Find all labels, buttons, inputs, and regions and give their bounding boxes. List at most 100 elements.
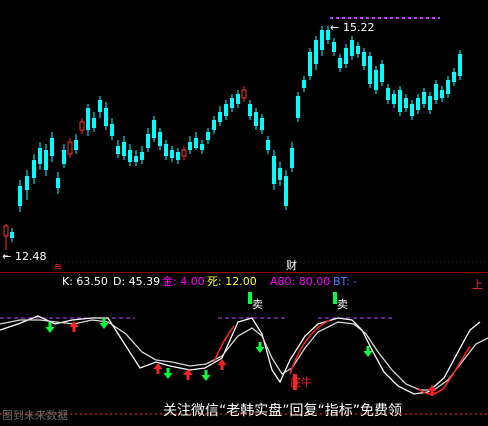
candle-body bbox=[350, 40, 354, 56]
candle-body bbox=[116, 146, 120, 154]
candle-body bbox=[62, 150, 66, 164]
candle-body bbox=[10, 232, 14, 238]
buy-arrow-icon bbox=[217, 359, 227, 370]
red-signal-curve-3 bbox=[417, 345, 471, 395]
candle-body bbox=[230, 98, 234, 108]
candle-body bbox=[86, 108, 90, 130]
candle-body bbox=[44, 150, 48, 170]
watermark: 关注微信“老韩实盘”回复“指标”免费领 bbox=[163, 403, 403, 419]
candle-body bbox=[428, 96, 432, 110]
candle-body bbox=[440, 90, 444, 98]
signal-arrows bbox=[45, 318, 437, 396]
candle-body bbox=[374, 70, 378, 90]
death-value: 死: 12.00 bbox=[207, 275, 257, 288]
candle-body bbox=[404, 98, 408, 108]
candle-body bbox=[452, 72, 456, 82]
candle-body bbox=[356, 46, 360, 54]
candle-body bbox=[338, 58, 342, 68]
candle-body bbox=[434, 84, 438, 100]
candle-body bbox=[368, 56, 372, 84]
candle-body bbox=[302, 80, 306, 88]
candle-body bbox=[38, 148, 42, 164]
candle-body bbox=[212, 120, 216, 130]
candle-body bbox=[79, 121, 85, 131]
sell-arrow-icon bbox=[255, 342, 265, 353]
candle-body bbox=[50, 138, 54, 156]
sell-label-2: 卖 bbox=[337, 298, 348, 311]
candle-body bbox=[254, 112, 258, 126]
candle-body bbox=[170, 150, 174, 158]
candle-body bbox=[284, 176, 288, 206]
candle-body bbox=[380, 64, 384, 82]
d-value: D: 45.39 bbox=[113, 275, 161, 288]
candle-body bbox=[332, 42, 336, 52]
stock-chart-screen: ← 15.22 ← 12.48 ≋ 财 K: 63.50 D: 45.39 金:… bbox=[0, 0, 488, 426]
candle-body bbox=[110, 124, 114, 136]
high-price-value: 15.22 bbox=[343, 21, 375, 34]
candle-body bbox=[18, 186, 22, 206]
candle-body bbox=[241, 89, 247, 99]
candle-body bbox=[248, 104, 252, 116]
candle-body bbox=[206, 132, 210, 140]
price-candlestick-panel: ← 15.22 ← 12.48 ≋ bbox=[0, 17, 488, 272]
candle-body bbox=[236, 94, 240, 104]
low-price-value: 12.48 bbox=[15, 250, 47, 263]
candle-body bbox=[320, 30, 324, 50]
candle-body bbox=[181, 149, 187, 157]
candle-body bbox=[74, 140, 78, 150]
candle-body bbox=[122, 142, 126, 156]
red-marker-icon: ≋ bbox=[54, 262, 62, 272]
candle-body bbox=[25, 176, 29, 190]
sell-signal-2: 卖 bbox=[333, 292, 348, 311]
candle-body bbox=[152, 120, 156, 138]
buy-arrow-icon bbox=[153, 363, 163, 374]
candle-body bbox=[344, 48, 348, 64]
candle-body bbox=[200, 144, 204, 150]
candle-body bbox=[314, 40, 318, 64]
candle-body bbox=[410, 104, 414, 116]
candle-body bbox=[458, 54, 462, 76]
candle-body bbox=[362, 52, 366, 66]
gold-value: 金: 4.00 bbox=[162, 275, 205, 288]
bt-value: BT: - bbox=[333, 275, 358, 288]
candle-body bbox=[188, 142, 192, 150]
watermark-left: 图到未来数据 bbox=[2, 409, 68, 422]
candle-body bbox=[134, 156, 138, 162]
candle-body bbox=[398, 90, 402, 112]
k-line bbox=[0, 315, 481, 395]
sell-arrow-icon bbox=[163, 368, 173, 379]
candle-body bbox=[218, 112, 222, 122]
candle-body bbox=[308, 52, 312, 76]
candle-body bbox=[32, 160, 36, 178]
candle-body bbox=[422, 92, 426, 104]
candle-body bbox=[266, 140, 270, 150]
candle-body bbox=[104, 108, 108, 126]
candle-body bbox=[386, 88, 390, 100]
buy-arrow-icon bbox=[183, 369, 193, 380]
candle-body bbox=[128, 150, 132, 162]
red-signal-curve-2 bbox=[289, 319, 331, 375]
candle-body bbox=[3, 225, 9, 237]
bottom-bull-signal: 底牛 bbox=[290, 374, 312, 390]
candlestick-series bbox=[3, 26, 462, 250]
candle-body bbox=[392, 94, 396, 104]
sell-label-1: 卖 bbox=[252, 298, 263, 311]
candle-body bbox=[67, 141, 73, 155]
candle-body bbox=[92, 118, 96, 128]
candle-body bbox=[224, 104, 228, 116]
candle-body bbox=[446, 80, 450, 94]
a80-value: A80: 80.00 bbox=[270, 275, 331, 288]
candle-body bbox=[146, 134, 150, 148]
candle-body bbox=[194, 138, 198, 148]
bottom-bull-label: 底牛 bbox=[290, 375, 312, 389]
candle-body bbox=[296, 96, 300, 118]
candle-body bbox=[260, 118, 264, 130]
high-price-label: ← bbox=[330, 21, 339, 34]
candle-body bbox=[164, 144, 168, 156]
candle-body bbox=[176, 152, 180, 160]
indicator-header: K: 63.50 D: 45.39 金: 4.00 死: 12.00 A80: … bbox=[0, 274, 488, 290]
finance-marker: 财 bbox=[286, 259, 297, 272]
low-price-arrow: ← bbox=[2, 250, 11, 263]
candle-body bbox=[140, 152, 144, 160]
sell-arrow-icon bbox=[201, 370, 211, 381]
